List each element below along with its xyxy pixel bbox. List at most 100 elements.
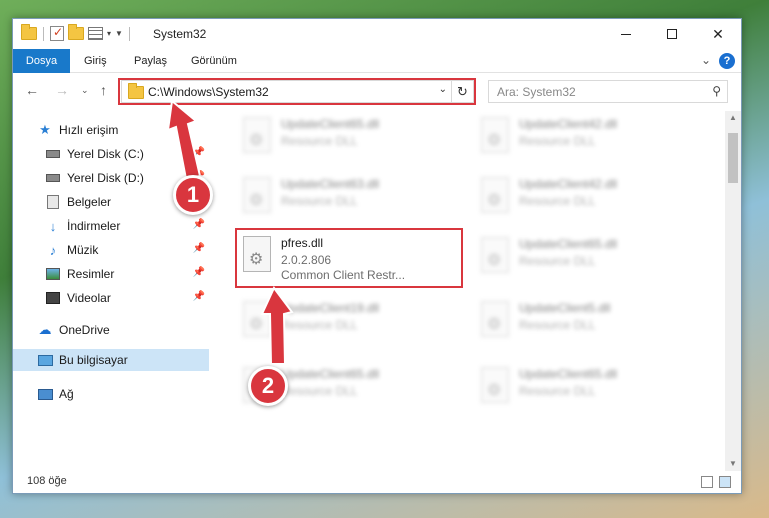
title-bar: ▾ ▼ System32 ✕ bbox=[13, 19, 741, 49]
search-box[interactable]: Ara: System32 ⚲ bbox=[488, 80, 728, 103]
file-description: Resource DLL bbox=[519, 254, 596, 268]
file-tile[interactable]: UpdateClient65.dll Resource DLL bbox=[235, 111, 463, 167]
navigation-pane: ★ Hızlı erişim Yerel Disk (C:) 📌 Yerel D… bbox=[13, 111, 209, 473]
pin-icon[interactable]: 📌 bbox=[193, 219, 205, 230]
sidebar-item-downloads[interactable]: ↓ İndirmeler 📌 bbox=[13, 215, 209, 237]
tab-view[interactable]: Görünüm bbox=[191, 49, 237, 73]
minimize-button[interactable] bbox=[603, 19, 649, 49]
close-icon: ✕ bbox=[712, 25, 724, 42]
dll-file-icon bbox=[481, 177, 509, 213]
file-name: UpdateClient63.dll bbox=[281, 177, 380, 191]
sidebar-item-label: Belgeler bbox=[67, 195, 112, 209]
dll-file-icon bbox=[243, 117, 271, 153]
file-description: Resource DLL bbox=[281, 384, 358, 398]
minimize-icon bbox=[621, 33, 631, 35]
window-title: System32 bbox=[153, 27, 207, 41]
sidebar-item-label: Hızlı erişim bbox=[59, 123, 119, 137]
sidebar-item-label: Yerel Disk (C:) bbox=[67, 147, 144, 161]
properties-icon[interactable] bbox=[50, 25, 64, 41]
item-count: 108 öğe bbox=[27, 475, 67, 487]
dll-file-icon bbox=[481, 117, 509, 153]
file-tile[interactable]: UpdateClient65.dll Resource DLL bbox=[473, 361, 701, 417]
file-name: UpdateClient65.dll bbox=[281, 117, 380, 131]
pictures-icon bbox=[45, 267, 61, 281]
scroll-down-icon[interactable]: ▼ bbox=[725, 457, 741, 471]
back-arrow-icon[interactable]: ← bbox=[25, 82, 39, 98]
disk-icon bbox=[45, 171, 61, 185]
sidebar-item-label: Müzik bbox=[67, 243, 99, 257]
dll-file-icon bbox=[481, 367, 509, 403]
dll-file-icon bbox=[243, 177, 271, 213]
music-icon: ♪ bbox=[49, 242, 57, 258]
toolbar-separator bbox=[43, 26, 44, 41]
view-icon[interactable] bbox=[88, 27, 103, 40]
download-icon: ↓ bbox=[49, 218, 57, 234]
forward-arrow-icon[interactable]: → bbox=[55, 82, 69, 98]
customize-toolbar-icon[interactable]: ▼ bbox=[115, 29, 123, 38]
network-icon bbox=[37, 387, 53, 401]
expand-ribbon-icon[interactable]: ⌄ bbox=[701, 53, 711, 67]
pin-icon[interactable]: 📌 bbox=[193, 291, 205, 302]
tiles-view-icon[interactable] bbox=[719, 476, 731, 488]
file-description: Resource DLL bbox=[519, 384, 596, 398]
file-name: UpdateClient42.dll bbox=[519, 117, 618, 131]
sidebar-item-network[interactable]: Ağ bbox=[13, 383, 209, 405]
details-view-icon[interactable] bbox=[701, 476, 713, 488]
sidebar-item-local-disk-c[interactable]: Yerel Disk (C:) 📌 bbox=[13, 143, 209, 165]
file-tile[interactable]: UpdateClient65.dll Resource DLL bbox=[473, 231, 701, 287]
address-highlight-box bbox=[118, 78, 476, 105]
pin-icon[interactable]: 📌 bbox=[193, 267, 205, 278]
tab-file[interactable]: Dosya bbox=[13, 49, 70, 73]
new-folder-icon[interactable] bbox=[68, 24, 84, 40]
sidebar-item-pictures[interactable]: Resimler 📌 bbox=[13, 263, 209, 285]
dll-file-icon bbox=[481, 237, 509, 273]
file-tile[interactable]: UpdateClient19.dll Resource DLL bbox=[235, 295, 463, 351]
tab-home[interactable]: Giriş bbox=[84, 49, 107, 73]
search-placeholder: Ara: System32 bbox=[497, 85, 576, 99]
file-tile[interactable]: UpdateClient42.dll Resource DLL bbox=[473, 171, 701, 227]
sidebar-item-label: Videolar bbox=[67, 291, 111, 305]
tab-share[interactable]: Paylaş bbox=[134, 49, 167, 73]
help-icon[interactable]: ? bbox=[719, 53, 735, 69]
search-icon[interactable]: ⚲ bbox=[712, 84, 721, 98]
cloud-icon: ☁ bbox=[38, 322, 52, 337]
sidebar-item-videos[interactable]: Videolar 📌 bbox=[13, 287, 209, 309]
pin-icon[interactable]: 📌 bbox=[193, 147, 205, 158]
caret-down-icon[interactable]: ▾ bbox=[107, 29, 111, 38]
file-tile[interactable]: UpdateClient5.dll Resource DLL bbox=[473, 295, 701, 351]
vertical-scrollbar[interactable]: ▲ ▼ bbox=[725, 111, 741, 471]
file-description: Resource DLL bbox=[519, 318, 596, 332]
file-tile[interactable]: UpdateClient63.dll Resource DLL bbox=[235, 171, 463, 227]
file-name: UpdateClient65.dll bbox=[519, 237, 618, 251]
window-controls: ✕ bbox=[603, 19, 741, 49]
navigation-bar: ← → ⌄ ↑ C:\Windows\System32 ⌄ ↻ Ara: Sys… bbox=[13, 73, 741, 109]
status-bar: 108 öğe bbox=[13, 471, 741, 493]
videos-icon bbox=[45, 291, 61, 305]
maximize-icon bbox=[667, 29, 677, 39]
computer-icon bbox=[37, 353, 53, 367]
sidebar-item-music[interactable]: ♪ Müzik 📌 bbox=[13, 239, 209, 261]
star-icon: ★ bbox=[39, 122, 51, 137]
file-highlight-box bbox=[235, 228, 463, 288]
file-tile[interactable]: UpdateClient42.dll Resource DLL bbox=[473, 111, 701, 167]
documents-icon bbox=[45, 195, 61, 209]
pin-icon[interactable]: 📌 bbox=[193, 243, 205, 254]
scrollbar-thumb[interactable] bbox=[728, 133, 738, 183]
toolbar-separator bbox=[128, 26, 130, 41]
file-description: Resource DLL bbox=[281, 318, 358, 332]
up-arrow-icon[interactable]: ↑ bbox=[100, 82, 107, 98]
folder-icon bbox=[21, 24, 37, 40]
sidebar-item-onedrive[interactable]: ☁ OneDrive bbox=[13, 319, 209, 341]
file-name: UpdateClient42.dll bbox=[519, 177, 618, 191]
maximize-button[interactable] bbox=[649, 19, 695, 49]
disk-icon bbox=[45, 147, 61, 161]
recent-locations-icon[interactable]: ⌄ bbox=[81, 85, 89, 96]
scroll-up-icon[interactable]: ▲ bbox=[725, 111, 741, 125]
dll-file-icon bbox=[481, 301, 509, 337]
file-name: UpdateClient5.dll bbox=[519, 301, 611, 315]
file-name: UpdateClient65.dll bbox=[519, 367, 618, 381]
sidebar-item-this-pc[interactable]: Bu bilgisayar bbox=[13, 349, 209, 371]
close-button[interactable]: ✕ bbox=[695, 19, 741, 49]
file-description: Resource DLL bbox=[519, 134, 596, 148]
sidebar-item-quick-access[interactable]: ★ Hızlı erişim bbox=[13, 119, 209, 141]
